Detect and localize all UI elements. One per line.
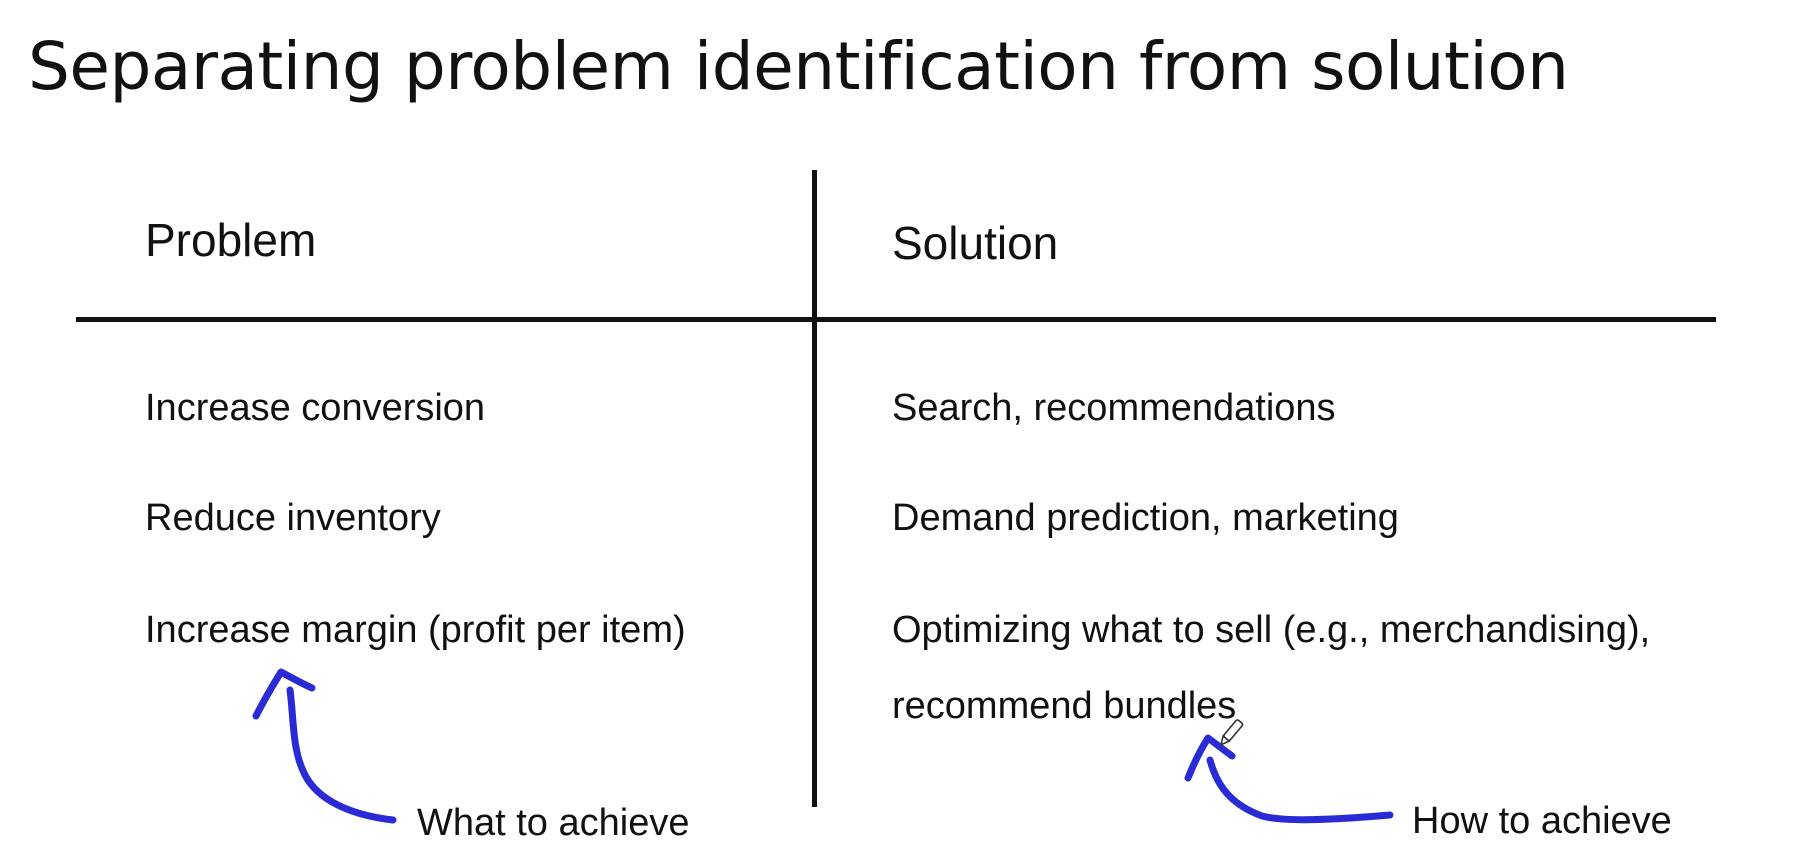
slide-title: Separating problem identification from s…	[28, 28, 1569, 105]
right-ink-arrow	[1206, 756, 1394, 824]
solution-row-2: Demand prediction, marketing	[892, 497, 1399, 539]
problem-column-header: Problem	[145, 214, 317, 266]
annotation-what-to-achieve: What to achieve	[417, 802, 690, 844]
right-ink-arrowhead	[1184, 734, 1236, 782]
annotation-how-to-achieve: How to achieve	[1412, 800, 1672, 842]
left-ink-arrow	[286, 686, 397, 824]
problem-row-1: Increase conversion	[145, 387, 486, 429]
table-header-divider	[76, 317, 1716, 322]
slide: Separating problem identification from s…	[0, 0, 1794, 857]
table-column-divider	[812, 170, 817, 807]
solution-row-1: Search, recommendations	[892, 387, 1336, 429]
solution-row-3: Optimizing what to sell (e.g., merchandi…	[892, 609, 1651, 651]
problem-row-2: Reduce inventory	[145, 497, 441, 539]
solution-row-3-line-2: recommend bundles	[892, 685, 1237, 727]
problem-row-3: Increase margin (profit per item)	[145, 609, 686, 651]
left-ink-arrowhead	[252, 668, 316, 720]
solution-column-header: Solution	[892, 217, 1059, 269]
